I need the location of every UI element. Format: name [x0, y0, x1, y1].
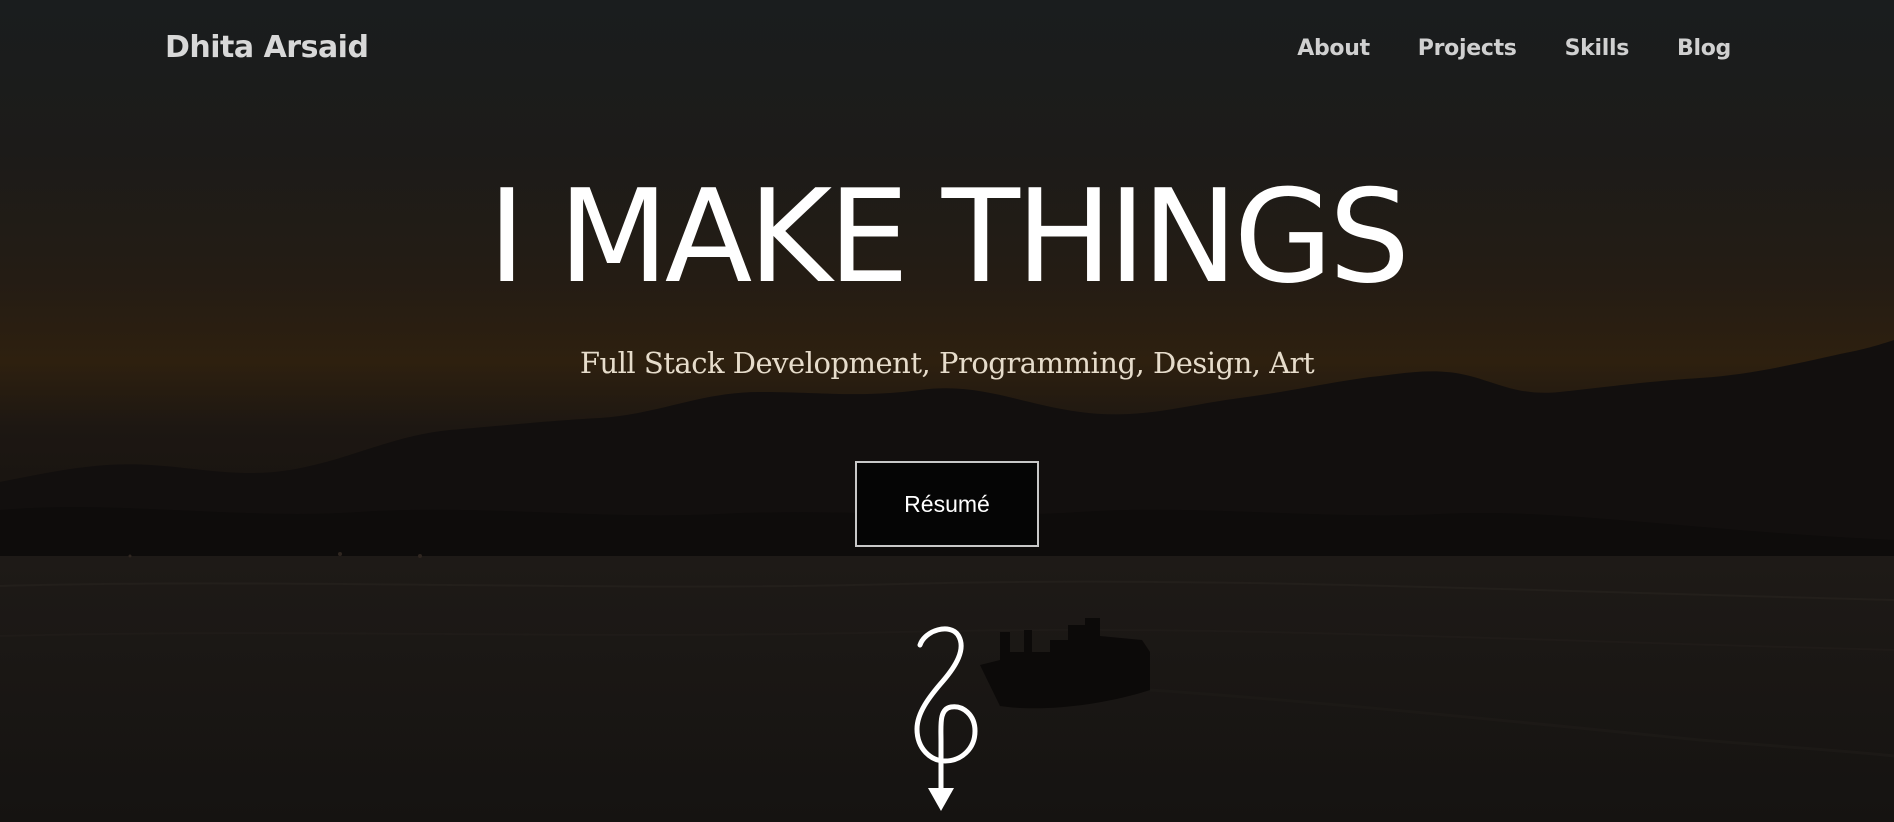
nav-links: About Projects Skills Blog — [1297, 36, 1731, 61]
hero-subtitle: Full Stack Development, Programming, Des… — [579, 346, 1315, 380]
resume-button-label: Résumé — [904, 490, 990, 517]
brand-logo-link[interactable]: Dhita Arsaid — [165, 30, 369, 65]
top-navigation: Dhita Arsaid About Projects Skills Blog — [0, 0, 1894, 100]
resume-button[interactable]: Résumé — [855, 461, 1039, 547]
nav-link-about[interactable]: About — [1297, 36, 1370, 61]
scroll-down-arrow-icon[interactable] — [895, 625, 995, 815]
nav-link-blog[interactable]: Blog — [1677, 36, 1731, 61]
hero-section: Dhita Arsaid About Projects Skills Blog … — [0, 0, 1894, 822]
nav-link-skills[interactable]: Skills — [1565, 36, 1630, 61]
hero-headline: I MAKE THINGS — [487, 163, 1410, 312]
nav-link-projects[interactable]: Projects — [1418, 36, 1517, 61]
